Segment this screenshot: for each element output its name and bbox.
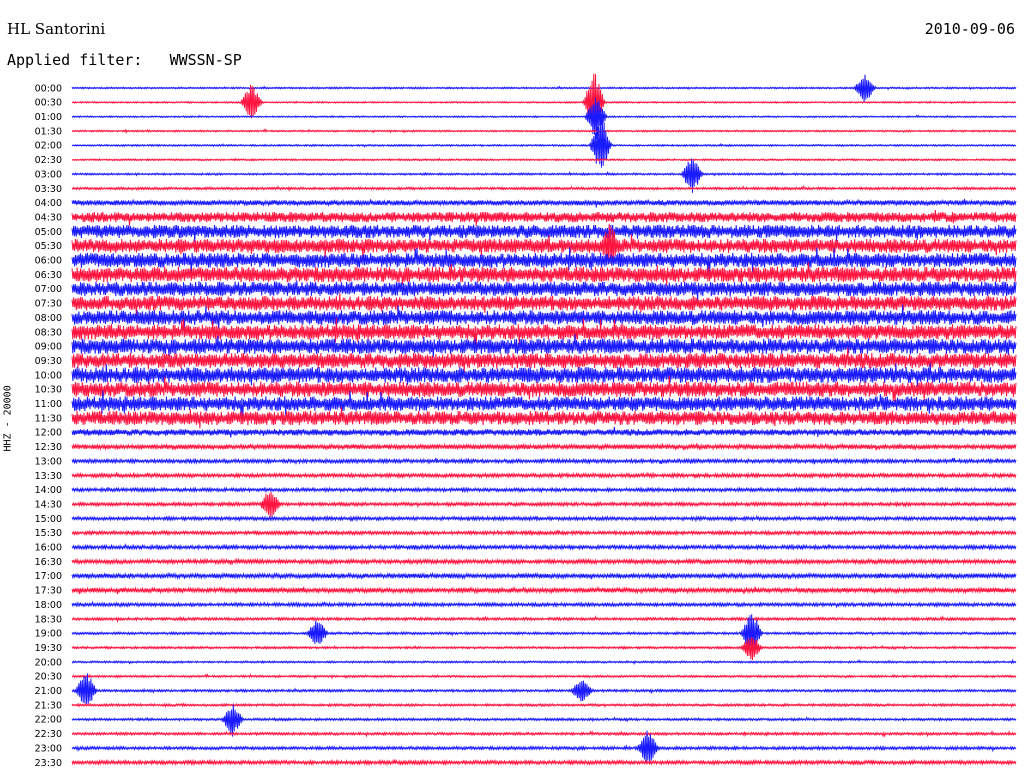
time-label: 18:30: [35, 614, 62, 625]
time-labels: 00:00 00:30 01:00 01:30 02:00 02:30 03:00 03:30…: [35, 83, 62, 768]
time-label: 07:30: [35, 299, 62, 310]
trace-row-1530: [71, 529, 1017, 537]
time-label: 04:00: [35, 198, 62, 209]
time-label: 02:30: [35, 155, 62, 166]
time-label: 17:00: [35, 571, 62, 582]
time-label: 15:30: [35, 528, 62, 539]
trace-row-2200: [71, 704, 1017, 737]
time-label: 00:30: [35, 98, 62, 109]
trace-row-1300: [71, 457, 1017, 466]
trace-row-2000: [71, 658, 1017, 665]
trace-row-1430: [71, 491, 1017, 518]
trace-row-1800: [71, 600, 1017, 609]
time-label: 23:30: [35, 758, 62, 769]
trace-row-1230: [71, 442, 1017, 451]
trace-row-0400: [71, 198, 1017, 208]
trace-row-0500: [71, 224, 1017, 242]
time-label: 20:30: [35, 672, 62, 683]
time-label: 06:30: [35, 270, 62, 281]
trace-row-2330: [71, 758, 1017, 767]
time-label: 08:00: [35, 313, 62, 324]
trace-row-0000: [71, 74, 1017, 103]
trace-row-1700: [71, 571, 1017, 581]
time-label: 03:30: [35, 184, 62, 195]
time-label: 18:00: [35, 600, 62, 611]
time-label: 21:00: [35, 686, 62, 697]
time-label: 11:30: [35, 413, 62, 424]
trace-row-2130: [71, 702, 1017, 709]
time-label: 09:30: [35, 356, 62, 367]
time-label: 12:00: [35, 428, 62, 439]
time-label: 10:30: [35, 385, 62, 396]
time-label: 22:00: [35, 715, 62, 726]
trace-row-1500: [71, 514, 1017, 523]
time-label: 22:30: [35, 729, 62, 740]
time-label: 19:30: [35, 643, 62, 654]
time-label: 00:00: [35, 83, 62, 94]
trace-row-1630: [71, 557, 1017, 566]
time-label: 17:30: [35, 586, 62, 597]
time-label: 16:30: [35, 557, 62, 568]
trace-row-1830: [71, 614, 1017, 624]
trace-row-1730: [71, 586, 1017, 595]
trace-row-2230: [71, 729, 1017, 738]
trace-row-0100: [71, 97, 1017, 139]
trace-row-0630: [71, 262, 1017, 286]
trace-row-0430: [71, 209, 1017, 226]
time-label: 13:30: [35, 471, 62, 482]
time-label: 09:00: [35, 342, 62, 353]
time-label: 15:00: [35, 514, 62, 525]
time-label: 19:00: [35, 629, 62, 640]
time-label: 23:00: [35, 743, 62, 754]
time-label: 08:30: [35, 327, 62, 338]
time-label: 05:00: [35, 227, 62, 238]
trace-row-1000: [71, 362, 1017, 388]
trace-row-0230: [71, 157, 1017, 162]
time-label: 07:00: [35, 284, 62, 295]
time-label: 06:00: [35, 256, 62, 267]
helicorder-plot: 00:00 00:30 01:00 01:30 02:00 02:30 03:00 03:30…: [35, 73, 1017, 769]
trace-row-1400: [71, 486, 1017, 494]
trace-row-0130: [71, 128, 1017, 134]
trace-row-0030: [71, 73, 1017, 132]
trace-row-1930: [71, 636, 1017, 661]
trace-row-0330: [71, 184, 1017, 192]
trace-row-0730: [71, 293, 1017, 316]
time-label: 01:00: [35, 112, 62, 123]
time-label: 13:00: [35, 456, 62, 467]
time-label: 01:30: [35, 126, 62, 137]
trace-row-1200: [71, 426, 1017, 438]
trace-row-1130: [71, 406, 1017, 429]
time-label: 16:00: [35, 543, 62, 554]
trace-row-1600: [71, 542, 1017, 551]
time-label: 02:00: [35, 141, 62, 152]
time-label: 05:30: [35, 241, 62, 252]
trace-row-2030: [71, 673, 1017, 680]
time-label: 14:00: [35, 485, 62, 496]
time-label: 14:30: [35, 499, 62, 510]
time-label: 04:30: [35, 212, 62, 223]
time-label: 12:30: [35, 442, 62, 453]
time-label: 10:00: [35, 370, 62, 381]
trace-group: [71, 73, 1017, 767]
time-label: 11:00: [35, 399, 62, 410]
time-label: 20:00: [35, 657, 62, 668]
time-label: 03:00: [35, 169, 62, 180]
time-label: 21:30: [35, 700, 62, 711]
trace-row-1330: [71, 471, 1017, 480]
